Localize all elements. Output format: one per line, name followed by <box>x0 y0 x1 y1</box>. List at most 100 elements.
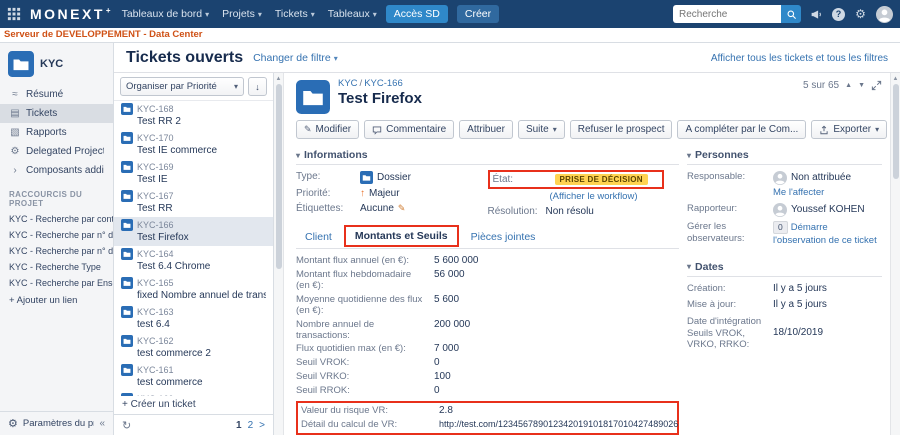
project-header[interactable]: KYC <box>0 49 113 85</box>
shortcut-siret[interactable]: KYC - Recherche par n° de SIRET <box>0 243 113 259</box>
chevron-down-icon: ▾ <box>311 10 315 19</box>
labels-field: Étiquettes: Aucune✎ <box>296 201 488 216</box>
vr-detail-url[interactable]: http://test.com/123456789012342019101817… <box>439 419 674 430</box>
show-workflow-link[interactable]: (Afficher le workflow) <box>550 191 680 202</box>
menu-boards[interactable]: Tableaux▾ <box>328 8 377 20</box>
help-icon[interactable]: ? <box>832 8 845 21</box>
page-title: Tickets ouverts <box>126 49 243 67</box>
menu-projects[interactable]: Projets▾ <box>222 8 262 20</box>
section-people: ▾ Personnes <box>687 146 882 165</box>
sidebar-item-delegated-admin[interactable]: ⚙ Delegated Project Admin <box>0 142 113 161</box>
list-item[interactable]: KYC-162 test commerce 2 <box>114 333 273 362</box>
scroll-up-icon[interactable]: ▲ <box>276 73 282 84</box>
page-2[interactable]: 2 <box>248 420 254 431</box>
list-item[interactable]: KYC-168 Test RR 2 <box>114 101 273 130</box>
shortcut-ticket-number[interactable]: KYC - Recherche par n° de ticket <box>0 227 113 243</box>
watchers-field: Gérer les observateurs: 0Démarre l'obser… <box>687 219 882 250</box>
chart-icon: ▧ <box>9 127 21 138</box>
create-ticket-link[interactable]: + Créer un ticket <box>114 396 273 414</box>
expand-icon[interactable] <box>871 80 882 91</box>
breadcrumb-issue-link[interactable]: KYC-166 <box>364 78 403 89</box>
tab-client[interactable]: Client <box>296 228 341 246</box>
sidebar-item-issues[interactable]: ▤ Tickets <box>0 104 113 123</box>
ticket-type-icon <box>121 219 133 231</box>
app-switcher-icon[interactable] <box>7 7 21 21</box>
shortcut-enseigne[interactable]: KYC - Recherche par Enseigne <box>0 275 113 291</box>
complete-by-com-button[interactable]: A compléter par le Com... <box>677 120 806 139</box>
issue-type-avatar <box>296 80 330 114</box>
field-row: Nombre annuel de transactions:200 000 <box>296 318 679 343</box>
list-item[interactable]: KYC-163 test 6.4 <box>114 304 273 333</box>
menu-issues[interactable]: Tickets▾ <box>275 8 315 20</box>
list-item[interactable]: KYC-167 Test RR <box>114 188 273 217</box>
refuse-prospect-button[interactable]: Refuser le prospect <box>570 120 673 139</box>
tab-montants-et-seuils[interactable]: Montants et Seuils <box>346 227 457 245</box>
list-item[interactable]: KYC-169 Test IE <box>114 159 273 188</box>
user-avatar[interactable] <box>876 6 893 23</box>
search-input[interactable] <box>673 5 781 23</box>
shortcut-contact[interactable]: KYC - Recherche par contact <box>0 211 113 227</box>
tab-pieces-jointes[interactable]: Pièces jointes <box>462 228 545 246</box>
issue-details-column: ▾ Informations Type: Dossier <box>296 146 687 435</box>
reporter-avatar <box>773 203 787 217</box>
export-button[interactable]: Exporter▾ <box>811 120 887 139</box>
field-row: Détail du calcul de VR:http://test.com/1… <box>301 418 674 431</box>
gear-icon[interactable]: ⚙ <box>853 7 868 22</box>
access-sd-button[interactable]: Accès SD <box>386 5 448 23</box>
feedback-icon[interactable] <box>809 7 824 22</box>
create-button[interactable]: Créer <box>457 5 499 23</box>
collapse-section-icon[interactable]: ▾ <box>687 151 691 160</box>
assign-to-me-link[interactable]: Me l'affecter <box>773 187 882 201</box>
more-button[interactable]: Suite▾ <box>518 120 565 139</box>
collapse-sidebar-icon[interactable]: « <box>99 418 105 429</box>
page-next[interactable]: > <box>259 420 265 431</box>
ticket-summary: fixed Nombre annuel de transa... <box>137 290 266 301</box>
pulse-icon: ≈ <box>9 89 21 100</box>
scrollbar-thumb[interactable] <box>893 84 899 179</box>
edit-button[interactable]: ✎Modifier <box>296 120 359 139</box>
start-watching-link[interactable]: Démarre l'observation de ce ticket <box>773 222 877 246</box>
sidebar-item-summary[interactable]: ≈ Résumé <box>0 85 113 104</box>
change-filter-link[interactable]: Changer de filtre ▾ <box>253 52 338 64</box>
collapse-section-icon[interactable]: ▾ <box>296 151 300 160</box>
sliders-icon: ⚙ <box>9 146 21 157</box>
search-icon[interactable] <box>781 5 801 23</box>
ticket-type-icon <box>121 306 133 318</box>
application-window: MONEXT+ Tableaux de bord▾ Projets▾ Ticke… <box>0 0 900 435</box>
sort-select[interactable]: Organiser par Priorité ▾ <box>120 77 244 96</box>
refresh-icon[interactable]: ↻ <box>122 419 131 432</box>
brand-logo[interactable]: MONEXT+ <box>30 6 111 22</box>
list-item[interactable]: KYC-161 test commerce <box>114 362 273 391</box>
edit-labels-icon[interactable]: ✎ <box>398 203 406 214</box>
resolution-field: Résolution: Non résolu <box>488 204 680 219</box>
announcement-banner: Serveur de DEVELOPPEMENT - Data Center <box>0 28 900 43</box>
list-item[interactable]: KYC-164 Test 6.4 Chrome <box>114 246 273 275</box>
sidebar-item-reports[interactable]: ▧ Rapports <box>0 123 113 142</box>
list-item[interactable]: KYC-165 fixed Nombre annuel de transa... <box>114 275 273 304</box>
add-link-button[interactable]: + Ajouter un lien <box>0 291 113 310</box>
folder-icon <box>360 171 373 184</box>
shortcut-type[interactable]: KYC - Recherche Type <box>0 259 113 275</box>
menu-dashboards[interactable]: Tableaux de bord▾ <box>122 8 210 20</box>
show-all-tickets-link[interactable]: Afficher tous les tickets et tous les fi… <box>711 53 888 64</box>
breadcrumb-project-link[interactable]: KYC <box>338 78 358 89</box>
ticket-type-icon <box>121 364 133 376</box>
list-item-selected[interactable]: KYC-166 Test Firefox <box>114 217 273 246</box>
list-item[interactable]: KYC-170 Test IE commerce <box>114 130 273 159</box>
chevron-down-icon: ▾ <box>553 125 557 134</box>
collapse-section-icon[interactable]: ▾ <box>687 262 691 271</box>
sidebar-item-addons[interactable]: › Composants additionnels <box>0 161 113 180</box>
sort-direction-button[interactable]: ↓ <box>248 77 267 96</box>
page-1[interactable]: 1 <box>236 420 242 431</box>
comment-icon <box>372 125 382 135</box>
comment-button[interactable]: Commentaire <box>364 120 454 139</box>
brand-text: MONEXT <box>30 6 105 22</box>
scrollbar-thumb[interactable] <box>276 84 282 269</box>
scroll-up-icon[interactable]: ▲ <box>893 73 899 84</box>
next-issue-icon[interactable]: ▼ <box>858 82 865 89</box>
issue-side-column: ▾ Personnes Responsable: Non attribuée M… <box>687 146 882 435</box>
assign-button[interactable]: Attribuer <box>459 120 513 139</box>
project-settings-bar: ⚙ Paramètres du projet « <box>0 411 113 435</box>
project-settings-label[interactable]: Paramètres du projet <box>23 418 95 429</box>
previous-issue-icon[interactable]: ▲ <box>845 82 852 89</box>
